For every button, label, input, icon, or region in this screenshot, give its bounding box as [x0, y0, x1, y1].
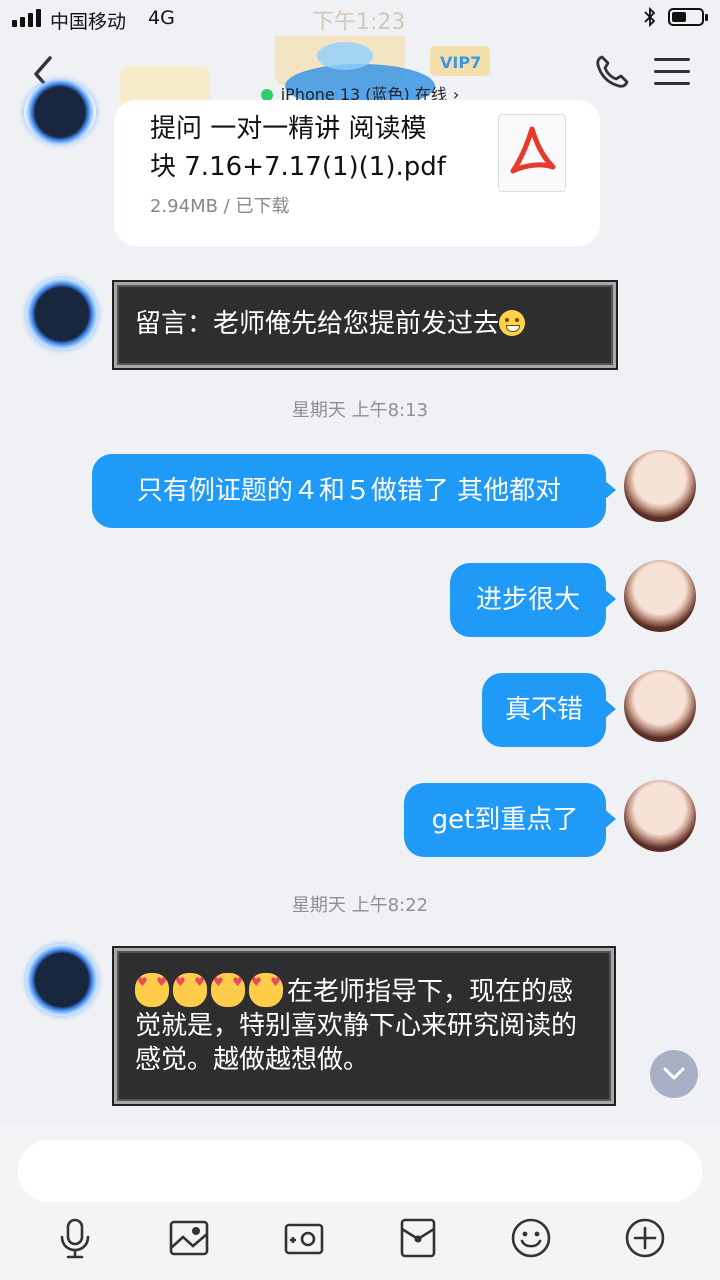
my-avatar[interactable] — [624, 780, 696, 852]
timestamp-separator: 星期天 上午8:13 — [291, 400, 429, 421]
vip-badge: VIP7 — [440, 53, 481, 72]
plus-icon[interactable] — [623, 1216, 667, 1260]
heart-eyes-emoji-icon — [249, 965, 283, 1007]
microphone-icon[interactable] — [53, 1216, 97, 1260]
network-type: 4G — [148, 7, 175, 29]
message-bubble-right[interactable]: get到重点了 — [404, 783, 616, 857]
file-message-card[interactable]: 提问 一对一精讲 阅读模 块 7.16+7.17(1)(1).pdf 2.94M… — [114, 100, 600, 246]
message-bubble-left[interactable]: 在老师指导下，现在的感觉就是，特别喜欢静下心来研究阅读的感觉。越做越想做。 — [114, 948, 614, 1104]
bluetooth-icon — [644, 6, 656, 32]
heart-eyes-emoji-icon — [135, 965, 169, 1007]
status-bar: 中国移动 4G 下午1:23 — [0, 0, 720, 36]
heart-eyes-emoji-icon — [173, 965, 207, 1007]
contact-avatar[interactable] — [24, 80, 96, 144]
contact-avatar[interactable] — [26, 278, 98, 350]
grin-emoji-icon — [499, 310, 526, 336]
heart-eyes-emoji-icon — [211, 965, 245, 1007]
my-avatar[interactable] — [624, 560, 696, 632]
file-name: 提问 一对一精讲 阅读模 块 7.16+7.17(1)(1).pdf — [150, 114, 446, 182]
camera-icon[interactable] — [282, 1216, 326, 1260]
image-icon[interactable] — [167, 1216, 211, 1260]
emoji-icon[interactable] — [509, 1216, 553, 1260]
my-avatar[interactable] — [624, 450, 696, 522]
file-meta: 2.94MB / 已下载 — [150, 196, 290, 217]
signal-icon — [12, 9, 41, 27]
message-bubble-right[interactable]: 真不错 — [482, 673, 616, 747]
status-time: 下午1:23 — [312, 10, 406, 35]
phone-call-icon[interactable] — [594, 54, 630, 90]
timestamp-separator: 星期天 上午8:22 — [291, 895, 429, 916]
carrier-label: 中国移动 — [50, 11, 127, 33]
contact-avatar[interactable] — [26, 944, 98, 1016]
scroll-to-bottom-button[interactable] — [650, 1050, 698, 1098]
message-input[interactable] — [18, 1140, 702, 1202]
battery-icon — [668, 8, 708, 26]
menu-icon[interactable] — [654, 58, 690, 88]
red-packet-icon[interactable] — [396, 1216, 440, 1260]
message-text: 留言：老师俺先给您提前发过去 — [135, 309, 500, 339]
chevron-down-icon — [663, 1067, 685, 1080]
message-bubble-right[interactable]: 只有例证题的４和５做错了 其他都对 — [92, 454, 616, 528]
composer — [0, 1126, 720, 1280]
message-bubble-right[interactable]: 进步很大 — [450, 563, 616, 637]
message-bubble-left[interactable]: 留言：老师俺先给您提前发过去 — [114, 282, 616, 368]
pdf-icon — [498, 114, 566, 192]
my-avatar[interactable] — [624, 670, 696, 742]
